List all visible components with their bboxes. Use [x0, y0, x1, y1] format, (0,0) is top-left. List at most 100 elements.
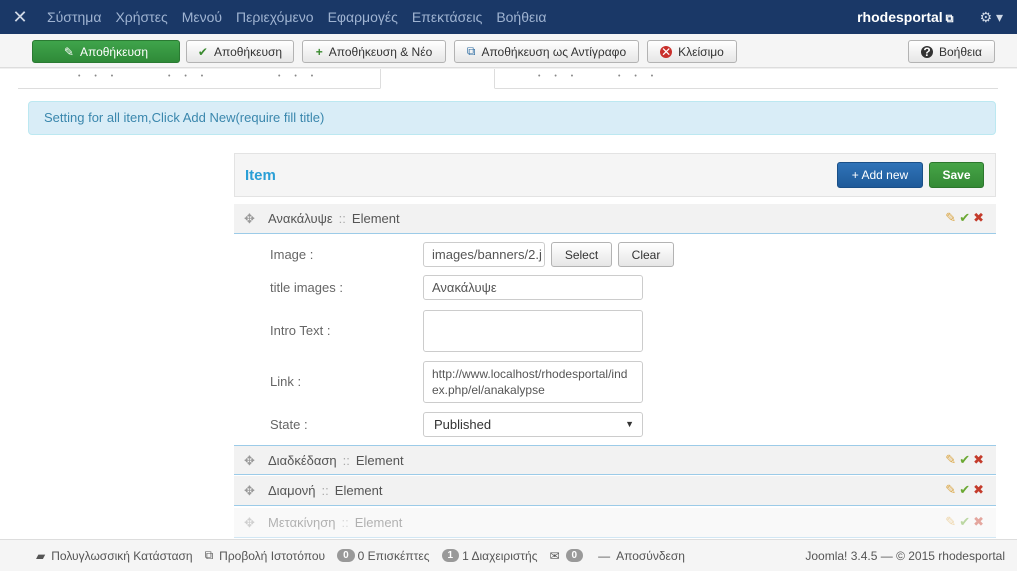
item-type: Element: [334, 483, 383, 498]
state-select-value: Published: [434, 417, 492, 432]
item-row[interactable]: ✥ Διαμονή:: Element ✎ ✔ ✖: [234, 476, 996, 506]
image-input[interactable]: images/banners/2.j: [423, 242, 545, 267]
toolbar: ✎ Αποθήκευση ✔ Αποθήκευση + Αποθήκευση & Νέ…: [0, 34, 1017, 68]
close-label: Κλείσιμο: [678, 44, 724, 59]
edit-icon: ✎: [63, 44, 74, 59]
item-title-line: Ανακάλυψε:: Element: [268, 211, 400, 226]
item-actions: ✎ ✔ ✖: [945, 452, 984, 468]
save-close-button[interactable]: ✔ Αποθήκευση: [186, 40, 294, 63]
preview-site-link[interactable]: ⧉ Προβολή Ιστοτόπου: [205, 548, 326, 563]
item-title-line: Διαδκέδαση:: Element: [268, 453, 404, 468]
messages-badge: 0: [565, 549, 584, 562]
status-bar: ▰ Πολυγλωσσική Κατάσταση ⧉ Προβολή Ιστοτόπ…: [0, 539, 1017, 571]
admins-badge: 1: [441, 549, 460, 562]
main-content: • • • • • • • • • • • • • • • Setting fo…: [0, 69, 1017, 539]
save-new-button[interactable]: + Αποθήκευση & Νέο: [302, 40, 446, 63]
select-image-button[interactable]: Select: [551, 242, 612, 267]
tab-active[interactable]: [380, 69, 495, 89]
multilang-status[interactable]: ▰ Πολυγλωσσική Κατάσταση: [36, 549, 193, 563]
visitors-status: 00 Επισκέπτες: [337, 548, 430, 563]
menu-system[interactable]: Σύστημα: [40, 0, 108, 34]
item-title: Διαδκέδαση: [268, 453, 337, 468]
site-link[interactable]: rhodesportal ⧉: [847, 9, 963, 26]
joomla-logo-icon[interactable]: ✕: [0, 0, 40, 34]
menu-help[interactable]: Βοήθεια: [489, 0, 553, 34]
edit-icon[interactable]: ✎: [945, 482, 956, 498]
add-new-button[interactable]: + Add new: [837, 162, 923, 188]
title-images-label: title images :: [270, 280, 343, 295]
item-sep: ::: [341, 515, 349, 530]
external-link-icon: ⧉: [945, 12, 954, 25]
intro-text-textarea[interactable]: [423, 310, 643, 352]
menu-components[interactable]: Εφαρμογές: [321, 0, 405, 34]
item-title: Διαμονή: [268, 483, 316, 498]
image-label: Image :: [270, 247, 314, 262]
edit-icon[interactable]: ✎: [945, 210, 956, 226]
help-label: Βοήθεια: [939, 44, 982, 59]
admins-label: 1 Διαχειριστής: [462, 548, 538, 563]
item-type: Element: [355, 453, 404, 468]
move-icon[interactable]: ✥: [244, 483, 255, 499]
item-title: Μετακίνηση: [268, 515, 336, 530]
item-row[interactable]: ✥ Ανακάλυψε:: Element ✎ ✔ ✖: [234, 204, 996, 234]
save-button[interactable]: ✎ Αποθήκευση: [32, 40, 180, 63]
delete-icon[interactable]: ✖: [973, 514, 984, 530]
preview-label: Προβολή Ιστοτόπου: [219, 548, 326, 563]
help-icon: ?: [921, 45, 933, 59]
link-textarea[interactable]: http://www.localhost/rhodesportal/index.…: [423, 361, 643, 403]
check-icon: ✔: [197, 44, 208, 59]
items-panel: Item + Add new Save ✥ Ανακάλυψε:: Element…: [234, 153, 996, 539]
save-as-copy-button[interactable]: ⧉ Αποθήκευση ως Αντίγραφο: [454, 40, 639, 63]
item-row[interactable]: ✥ Μετακίνηση:: Element ✎ ✔ ✖: [234, 508, 996, 538]
move-icon[interactable]: ✥: [244, 211, 255, 227]
comment-icon: ▰: [36, 548, 46, 563]
delete-icon[interactable]: ✖: [973, 452, 984, 468]
logout-link[interactable]: — Αποσύνδεση: [598, 549, 685, 563]
messages-status[interactable]: ✉ 0: [549, 549, 586, 563]
tab-hidden-3[interactable]: • • •: [278, 73, 319, 80]
menu-menus[interactable]: Μενού: [175, 0, 229, 34]
main-menu: Σύστημα Χρήστες Μενού Περιεχόμενο Εφαρμο…: [40, 0, 553, 34]
tab-hidden-2[interactable]: • • •: [168, 73, 209, 80]
menu-content[interactable]: Περιεχόμενο: [229, 0, 321, 34]
save-copy-label: Αποθήκευση ως Αντίγραφο: [481, 44, 627, 59]
gear-icon[interactable]: ⚙ ▾: [964, 9, 1017, 26]
title-images-input[interactable]: Ανακάλυψε: [423, 275, 643, 300]
menu-extensions[interactable]: Επεκτάσεις: [405, 0, 489, 34]
delete-icon[interactable]: ✖: [973, 210, 984, 226]
visitors-label: 0 Επισκέπτες: [357, 548, 430, 563]
tab-hidden-4[interactable]: • • •: [538, 73, 579, 80]
tab-hidden-5[interactable]: • • •: [618, 73, 659, 80]
minus-icon: —: [598, 548, 611, 563]
check-icon[interactable]: ✔: [959, 482, 970, 498]
item-row[interactable]: ✥ Διαδκέδαση:: Element ✎ ✔ ✖: [234, 445, 996, 475]
state-select[interactable]: Published ▼: [423, 412, 643, 437]
clear-image-button[interactable]: Clear: [618, 242, 674, 267]
panel-header: Item + Add new Save: [234, 153, 996, 197]
intro-text-label: Intro Text :: [270, 323, 331, 338]
item-actions: ✎ ✔ ✖: [945, 482, 984, 498]
help-button[interactable]: ? Βοήθεια: [908, 40, 995, 63]
delete-icon[interactable]: ✖: [973, 482, 984, 498]
save-new-label: Αποθήκευση & Νέο: [328, 44, 433, 59]
edit-icon[interactable]: ✎: [945, 514, 956, 530]
tab-strip: • • • • • • • • • • • • • • •: [18, 69, 998, 89]
item-actions: ✎ ✔ ✖: [945, 210, 984, 226]
check-icon[interactable]: ✔: [959, 452, 970, 468]
menu-users[interactable]: Χρήστες: [108, 0, 174, 34]
info-alert: Setting for all item,Click Add New(requi…: [28, 101, 996, 135]
close-icon: ✕: [660, 44, 673, 59]
save-button-label: Αποθήκευση: [79, 44, 149, 59]
plus-icon: +: [315, 44, 323, 59]
panel-save-button[interactable]: Save: [929, 162, 984, 188]
tab-hidden-1[interactable]: • • •: [78, 73, 119, 80]
item-title-line: Διαμονή:: Element: [268, 483, 382, 498]
check-icon[interactable]: ✔: [959, 514, 970, 530]
close-button[interactable]: ✕ Κλείσιμο: [647, 40, 737, 63]
edit-icon[interactable]: ✎: [945, 452, 956, 468]
move-icon[interactable]: ✥: [244, 453, 255, 469]
item-type: Element: [351, 211, 400, 226]
check-icon[interactable]: ✔: [959, 210, 970, 226]
copyright-text: Joomla! 3.4.5 — © 2015 rhodesportal: [805, 548, 1005, 563]
move-icon[interactable]: ✥: [244, 515, 255, 531]
